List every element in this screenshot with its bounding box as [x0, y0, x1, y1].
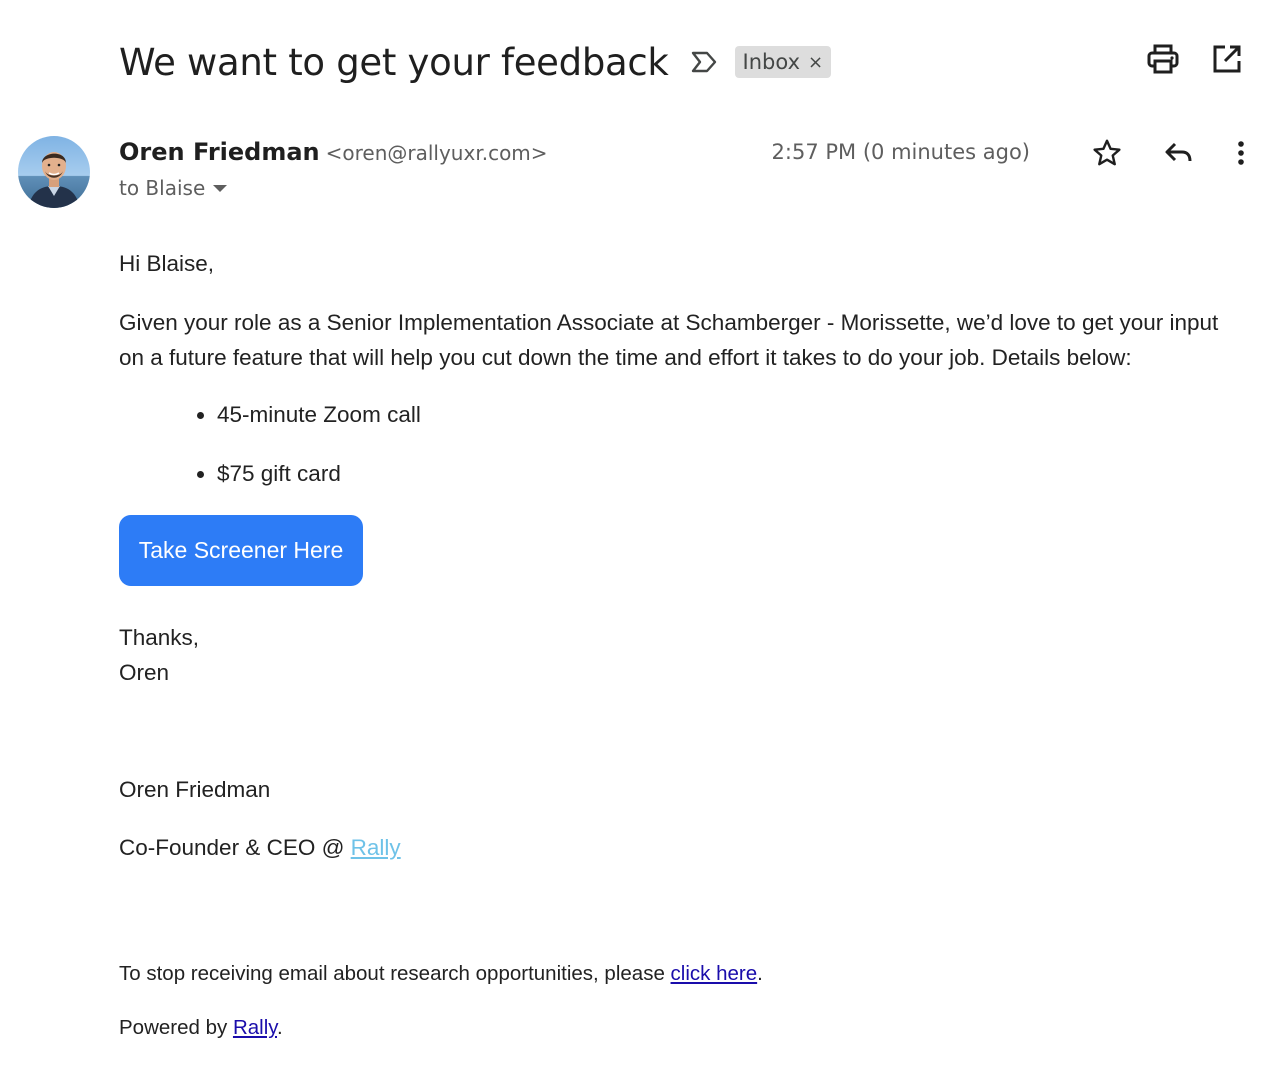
- list-item: 45-minute Zoom call: [217, 398, 421, 432]
- more-vert-icon[interactable]: [1234, 136, 1248, 170]
- take-screener-button[interactable]: Take Screener Here: [119, 515, 363, 586]
- signature-title: Co-Founder & CEO @ Rally: [119, 830, 1249, 865]
- top-actions: [1146, 42, 1244, 76]
- powered-by-line: Powered by Rally.: [119, 1016, 283, 1040]
- inbox-label-chip: Inbox ×: [734, 46, 832, 78]
- intro-paragraph: Given your role as a Senior Implementati…: [119, 310, 1219, 370]
- chevron-down-icon: [213, 184, 228, 192]
- details-list: 45-minute Zoom call $75 gift card: [119, 398, 421, 491]
- powered-by-text: Powered by: [119, 1016, 233, 1039]
- subject-row: We want to get your feedback Inbox ×: [119, 36, 1248, 88]
- recipient-details-toggle[interactable]: to Blaise: [119, 176, 228, 200]
- open-in-new-window-icon[interactable]: [1210, 42, 1244, 76]
- inbox-label-text: Inbox: [742, 50, 801, 74]
- sender-line: Oren Friedman <oren@rallyuxr.com>: [119, 138, 548, 166]
- unsubscribe-link[interactable]: click here: [671, 962, 758, 985]
- unsubscribe-line: To stop receiving email about research o…: [119, 962, 763, 986]
- unsubscribe-suffix: .: [757, 962, 763, 985]
- print-icon[interactable]: [1146, 42, 1180, 76]
- sender-avatar: [18, 136, 90, 208]
- unsubscribe-text: To stop receiving email about research o…: [119, 962, 671, 985]
- timestamp: 2:57 PM (0 minutes ago): [771, 140, 1030, 164]
- reply-icon[interactable]: [1162, 136, 1196, 170]
- sender-name[interactable]: Oren Friedman: [119, 138, 320, 166]
- signature-title-text: Co-Founder & CEO @: [119, 835, 351, 860]
- list-item: $75 gift card: [217, 457, 421, 491]
- powered-by-rally-link[interactable]: Rally: [233, 1016, 277, 1039]
- closing-thanks: Thanks,: [119, 625, 200, 650]
- recipient-text: to Blaise: [119, 176, 206, 200]
- sender-email: <oren@rallyuxr.com>: [325, 141, 548, 165]
- signature-rally-link[interactable]: Rally: [351, 835, 401, 860]
- email-subject: We want to get your feedback: [119, 40, 669, 84]
- remove-label-icon[interactable]: ×: [808, 52, 823, 73]
- star-icon[interactable]: [1090, 136, 1124, 170]
- message-actions: [1090, 136, 1248, 170]
- importance-marker-icon[interactable]: [689, 47, 719, 77]
- closing-name: Oren: [119, 660, 170, 685]
- signature-name: Oren Friedman: [119, 777, 271, 802]
- powered-by-suffix: .: [277, 1016, 283, 1039]
- greeting: Hi Blaise,: [119, 251, 215, 276]
